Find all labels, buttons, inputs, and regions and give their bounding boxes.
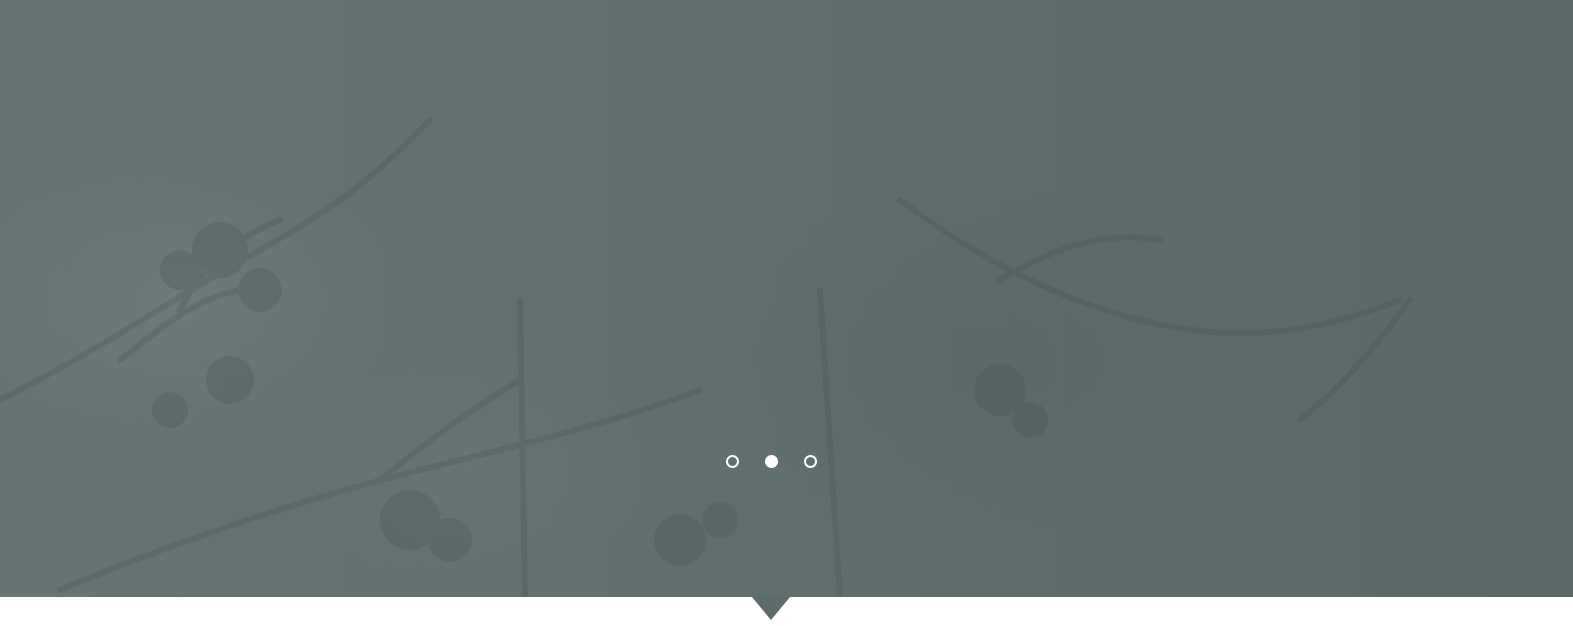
carousel-dot-1[interactable]: [726, 455, 739, 468]
winter-branches-icon: [0, 117, 1413, 597]
carousel-dot-3[interactable]: [804, 455, 817, 468]
hero-banner: [0, 0, 1573, 597]
hero-pointer-notch: [752, 597, 790, 620]
page: [0, 0, 1573, 626]
carousel-pagination: [726, 455, 817, 468]
carousel-dot-2-active[interactable]: [765, 455, 778, 468]
